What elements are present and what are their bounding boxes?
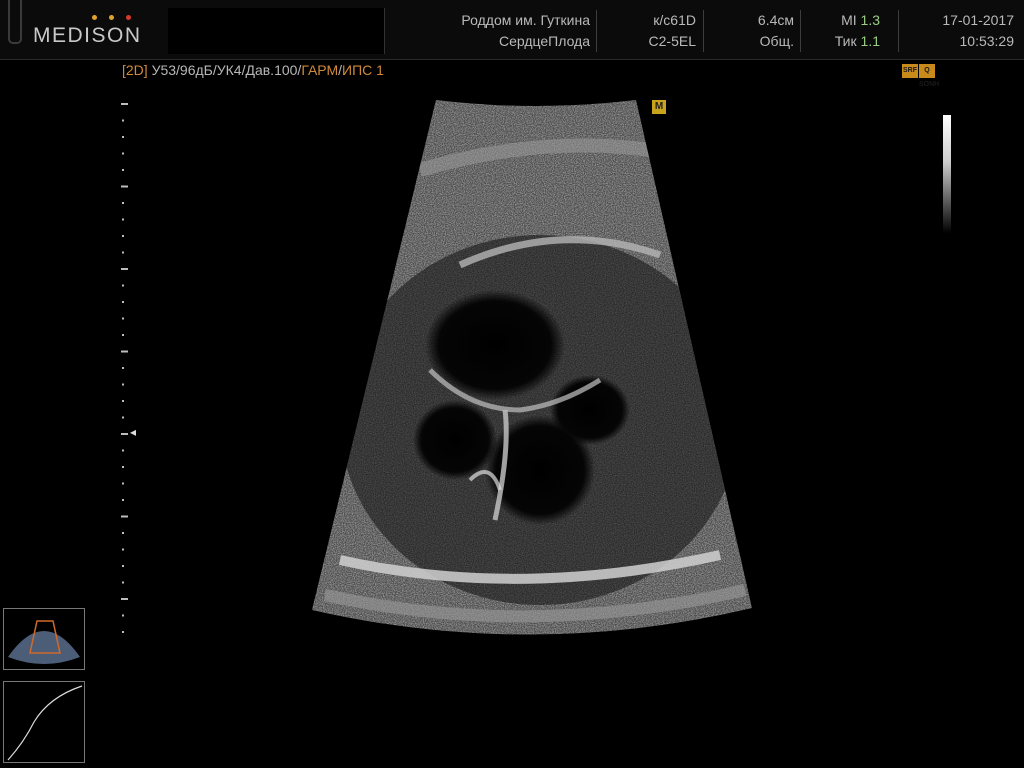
depth-tick-major [121,433,128,435]
depth-scale [121,103,128,633]
depth-tick-minor [122,152,124,155]
depth-tick-minor [122,169,124,171]
depth-tick-minor [122,581,124,584]
depth-tick-minor [122,317,124,320]
depth-tick-minor [122,383,124,386]
depth-tick-minor [122,284,124,287]
depth-tick-major [121,268,128,270]
m-badge: M [652,100,666,114]
depth-tick-minor [122,202,124,204]
depth-scale-ticks [121,103,128,633]
depth-tick-major [121,103,128,105]
gamma-curve-graphic [7,685,83,761]
sector-probe-icon[interactable] [3,608,85,670]
grayscale-bar [943,115,951,233]
depth-tick-major [121,598,128,600]
sector-probe-graphic [8,620,80,664]
depth-tick-minor [122,334,124,336]
processing-badges: SRF Q SONH [902,64,939,88]
depth-tick-minor [122,449,124,452]
depth-tick-minor [122,218,124,221]
depth-tick-minor [122,136,124,138]
srf-badge: SRF [902,64,918,78]
depth-tick-minor [122,301,124,303]
depth-tick-minor [122,482,124,485]
depth-tick-minor [122,400,124,402]
depth-tick-minor [122,499,124,501]
sonh-badge: Q SONH [919,64,939,88]
depth-tick-minor [122,119,124,122]
focus-marker-icon[interactable]: ◂ [130,425,136,439]
depth-tick-major [121,515,128,518]
depth-tick-minor [122,251,124,254]
depth-tick-minor [122,416,124,419]
depth-tick-minor [122,565,124,567]
depth-tick-minor [122,367,124,369]
depth-tick-minor [122,466,124,468]
depth-tick-minor [122,235,124,237]
depth-tick-major [121,350,128,353]
depth-tick-minor [122,614,124,617]
depth-tick-minor [122,548,124,551]
depth-tick-minor [122,532,124,534]
gamma-curve-icon[interactable] [3,681,85,763]
depth-tick-minor [122,631,124,633]
depth-tick-major [121,185,128,188]
